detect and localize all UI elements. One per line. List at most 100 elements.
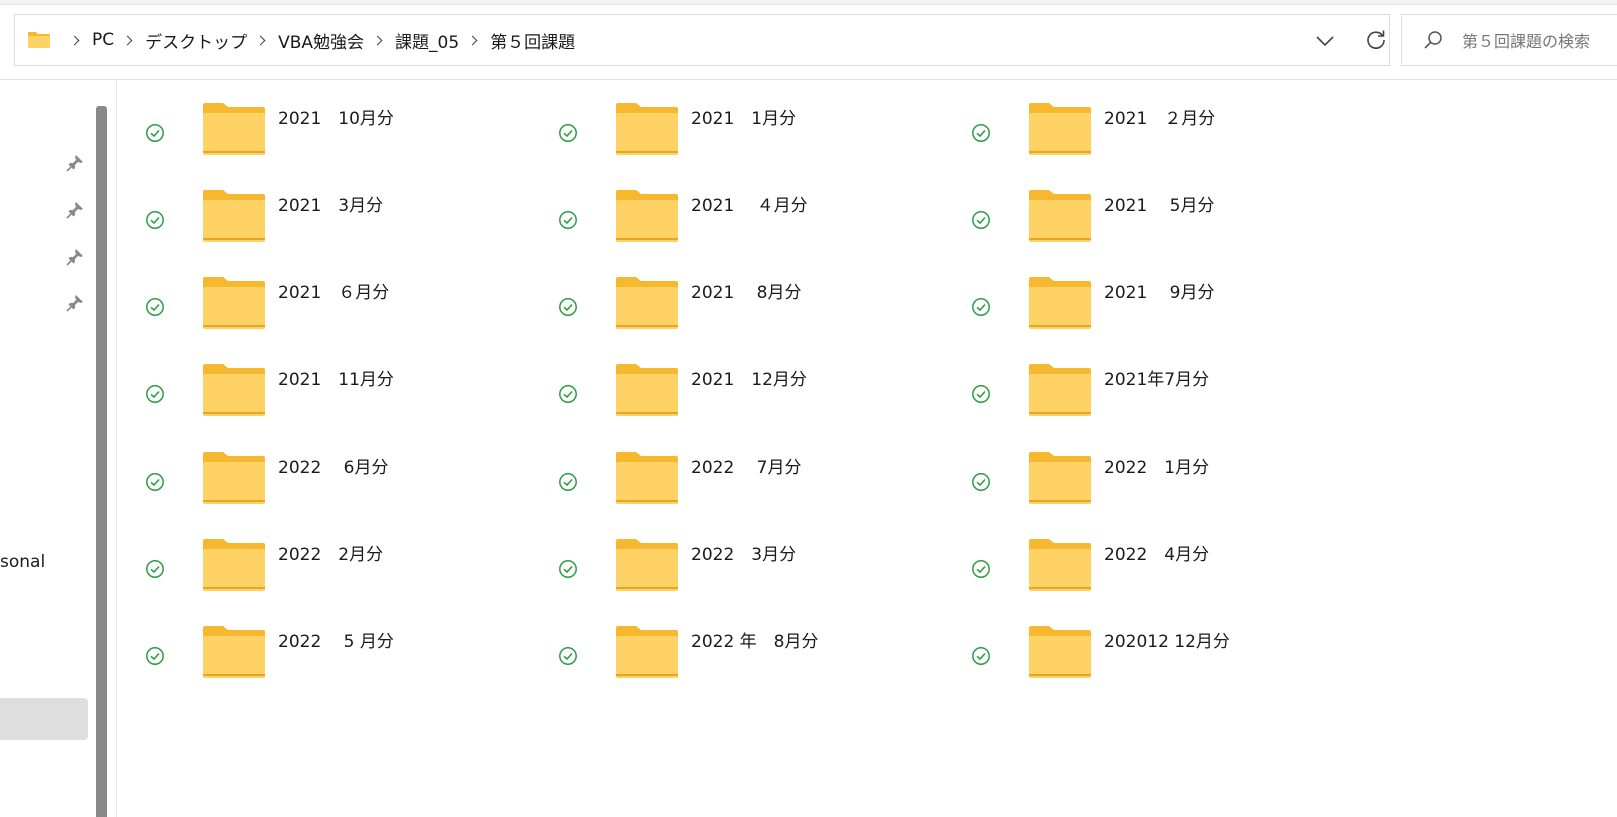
folder-item[interactable]: 2022 5 月分 bbox=[117, 603, 517, 683]
folder-icon bbox=[1029, 190, 1091, 242]
folder-item[interactable]: 2021 11月分 bbox=[117, 341, 517, 421]
folder-name: 202012 12月分 bbox=[1104, 632, 1230, 652]
sync-status-icon bbox=[559, 124, 577, 142]
folder-name: 2021 ６月分 bbox=[278, 283, 390, 303]
sync-status-icon bbox=[972, 385, 990, 403]
sync-status-icon bbox=[146, 385, 164, 403]
folder-name: 2021年7月分 bbox=[1104, 370, 1210, 390]
folder-icon bbox=[1029, 103, 1091, 155]
navigation-pane: sonal bbox=[0, 80, 110, 817]
chevron-right-icon[interactable] bbox=[255, 35, 266, 45]
folder-item[interactable]: 2021 1月分 bbox=[530, 80, 930, 160]
chevron-right-icon[interactable] bbox=[69, 35, 80, 45]
folder-icon bbox=[616, 364, 678, 416]
folder-item[interactable]: 202012 12月分 bbox=[943, 603, 1343, 683]
folder-icon bbox=[616, 103, 678, 155]
sync-status-icon bbox=[146, 647, 164, 665]
folder-icon bbox=[616, 277, 678, 329]
folder-item[interactable]: 2022 3月分 bbox=[530, 516, 930, 596]
folder-item[interactable]: 2021 ４月分 bbox=[530, 167, 930, 247]
folder-icon bbox=[616, 626, 678, 678]
folder-item[interactable]: 2022 年 8月分 bbox=[530, 603, 930, 683]
folder-name: 2021 12月分 bbox=[691, 370, 807, 390]
folder-item[interactable]: 2021 3月分 bbox=[117, 167, 517, 247]
folder-item[interactable]: 2021 9月分 bbox=[943, 254, 1343, 334]
folder-name: 2021 11月分 bbox=[278, 370, 394, 390]
folder-item[interactable]: 2021 10月分 bbox=[117, 80, 517, 160]
folder-name: 2022 4月分 bbox=[1104, 545, 1210, 565]
chevron-right-icon[interactable] bbox=[467, 35, 478, 45]
breadcrumb-item[interactable]: PC bbox=[92, 30, 114, 50]
folder-icon bbox=[616, 452, 678, 504]
folder-name: 2022 1月分 bbox=[1104, 458, 1210, 478]
chevron-down-icon bbox=[1316, 36, 1334, 47]
nav-item-label[interactable]: sonal bbox=[0, 552, 45, 572]
sync-status-icon bbox=[559, 473, 577, 491]
chevron-right-icon[interactable] bbox=[122, 35, 133, 45]
folder-item[interactable]: 2021 8月分 bbox=[530, 254, 930, 334]
sync-status-icon bbox=[559, 560, 577, 578]
address-bar[interactable]: PC デスクトップ VBA勉強会 課題_05 第５回課題 bbox=[14, 14, 1390, 66]
folder-item[interactable]: 2022 4月分 bbox=[943, 516, 1343, 596]
pin-icon[interactable] bbox=[66, 248, 84, 266]
nav-item-selected[interactable] bbox=[0, 698, 88, 740]
sync-status-icon bbox=[972, 124, 990, 142]
folder-icon bbox=[203, 452, 265, 504]
breadcrumb-item[interactable]: 第５回課題 bbox=[490, 28, 575, 53]
pin-icon[interactable] bbox=[66, 201, 84, 219]
folder-item[interactable]: 2021 ６月分 bbox=[117, 254, 517, 334]
search-placeholder: 第５回課題の検索 bbox=[1462, 32, 1591, 51]
breadcrumb-item[interactable]: VBA勉強会 bbox=[278, 28, 364, 53]
sync-status-icon bbox=[559, 385, 577, 403]
search-icon bbox=[1424, 31, 1442, 49]
folder-name: 2021 1月分 bbox=[691, 109, 797, 129]
folder-name: 2022 6月分 bbox=[278, 458, 389, 478]
sync-status-icon bbox=[146, 560, 164, 578]
folder-name: 2022 5 月分 bbox=[278, 632, 394, 652]
sync-status-icon bbox=[559, 298, 577, 316]
refresh-icon bbox=[1367, 30, 1385, 49]
pin-icon[interactable] bbox=[66, 294, 84, 312]
folder-name: 2021 8月分 bbox=[691, 283, 802, 303]
folder-item[interactable]: 2021 12月分 bbox=[530, 341, 930, 421]
folder-icon bbox=[616, 190, 678, 242]
breadcrumb-item[interactable]: デスクトップ bbox=[145, 28, 247, 53]
folder-name: 2021 3月分 bbox=[278, 196, 384, 216]
sync-status-icon bbox=[146, 473, 164, 491]
folder-name: 2022 7月分 bbox=[691, 458, 802, 478]
folder-item[interactable]: 2021年7月分 bbox=[943, 341, 1343, 421]
breadcrumb: PC デスクトップ VBA勉強会 課題_05 第５回課題 bbox=[61, 28, 575, 53]
folder-item[interactable]: 2022 1月分 bbox=[943, 429, 1343, 509]
nav-scrollbar[interactable] bbox=[96, 106, 107, 817]
folder-icon bbox=[203, 539, 265, 591]
sync-status-icon bbox=[146, 298, 164, 316]
folder-icon bbox=[203, 626, 265, 678]
folder-icon bbox=[1029, 277, 1091, 329]
folder-name: 2021 9月分 bbox=[1104, 283, 1215, 303]
folder-item[interactable]: 2022 2月分 bbox=[117, 516, 517, 596]
folder-item[interactable]: 2022 7月分 bbox=[530, 429, 930, 509]
folder-item[interactable]: 2021 5月分 bbox=[943, 167, 1343, 247]
folder-name: 2022 3月分 bbox=[691, 545, 797, 565]
sync-status-icon bbox=[559, 211, 577, 229]
sync-status-icon bbox=[972, 211, 990, 229]
folder-icon bbox=[203, 190, 265, 242]
file-list: 2021 10月分 2021 1月分 2021 ２月分 2021 3月分 2021 ４月… bbox=[117, 80, 1617, 817]
sync-status-icon bbox=[972, 473, 990, 491]
folder-icon bbox=[28, 32, 50, 48]
folder-item[interactable]: 2021 ２月分 bbox=[943, 80, 1343, 160]
chevron-right-icon[interactable] bbox=[372, 35, 383, 45]
title-strip bbox=[0, 0, 1617, 5]
refresh-button[interactable] bbox=[1361, 25, 1391, 55]
folder-icon bbox=[616, 539, 678, 591]
sync-status-icon bbox=[972, 647, 990, 665]
folder-name: 2021 ２月分 bbox=[1104, 109, 1216, 129]
folder-icon bbox=[203, 364, 265, 416]
folder-item[interactable]: 2022 6月分 bbox=[117, 429, 517, 509]
folder-name: 2021 ４月分 bbox=[691, 196, 808, 216]
pin-icon[interactable] bbox=[66, 154, 84, 172]
breadcrumb-item[interactable]: 課題_05 bbox=[395, 28, 459, 53]
sync-status-icon bbox=[146, 124, 164, 142]
address-history-button[interactable] bbox=[1311, 27, 1339, 55]
search-input[interactable]: 第５回課題の検索 bbox=[1401, 14, 1617, 66]
